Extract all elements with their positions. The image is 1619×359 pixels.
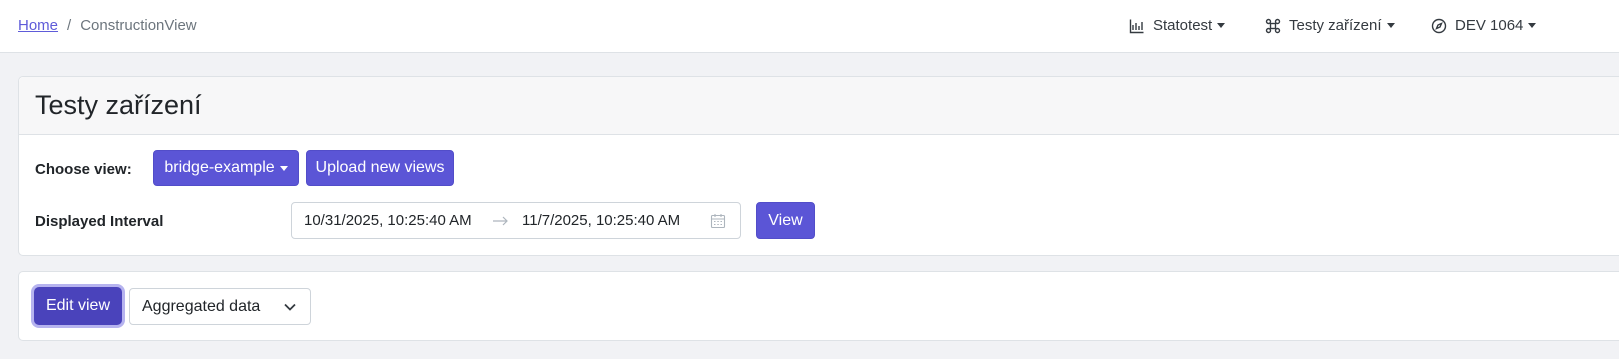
nav-dev-dropdown[interactable]: DEV 1064 [1431,17,1537,34]
arrow-right-icon [493,216,508,225]
choose-view-label: Choose view: [35,161,132,178]
chart-icon [1129,19,1144,33]
command-icon [1265,18,1281,33]
view-button[interactable]: View [756,202,815,239]
date-range-picker[interactable]: 10/31/2025, 10:25:40 AM 11/7/2025, 10:25… [291,202,741,239]
chevron-down-icon [1528,23,1537,28]
nav-statotest-label: Statotest [1153,17,1213,34]
calendar-icon[interactable] [710,213,726,229]
upload-views-label: Upload new views [315,159,445,176]
data-mode-select[interactable]: Aggregated data [129,288,311,325]
view-settings-card: Testy zařízení Choose view: bridge-examp… [18,76,1619,256]
view-toolbar-card: Edit view Aggregated data [18,271,1619,341]
chevron-down-icon [279,165,288,171]
date-start-input[interactable]: 10/31/2025, 10:25:40 AM [304,212,472,229]
data-mode-value: Aggregated data [142,297,261,315]
date-end-input[interactable]: 11/7/2025, 10:25:40 AM [522,212,680,229]
chevron-down-icon [1386,23,1395,28]
view-select-dropdown[interactable]: bridge-example [153,150,299,186]
breadcrumb-separator: / [67,17,72,34]
compass-icon [1431,18,1447,33]
breadcrumb-current: ConstructionView [80,17,197,34]
chevron-down-icon [1217,23,1226,28]
nav-testy-dropdown[interactable]: Testy zařízení [1265,17,1395,34]
nav-testy-label: Testy zařízení [1289,17,1382,34]
chevron-down-icon [284,303,296,311]
view-select-value: bridge-example [164,159,275,176]
nav-dev-label: DEV 1064 [1455,17,1524,34]
upload-views-button[interactable]: Upload new views [306,150,454,186]
edit-view-label: Edit view [45,297,111,314]
edit-view-button[interactable]: Edit view [34,287,122,325]
view-button-label: View [768,211,803,229]
page-title: Testy zařízení [35,90,202,120]
breadcrumb-home-link[interactable]: Home [18,17,58,34]
displayed-interval-label: Displayed Interval [35,213,164,230]
card-header: Testy zařízení [19,77,1619,135]
breadcrumb: Home / ConstructionView [18,17,197,34]
nav-statotest-dropdown[interactable]: Statotest [1129,17,1226,34]
top-navbar: Home / ConstructionView Statotest Testy … [0,0,1619,53]
